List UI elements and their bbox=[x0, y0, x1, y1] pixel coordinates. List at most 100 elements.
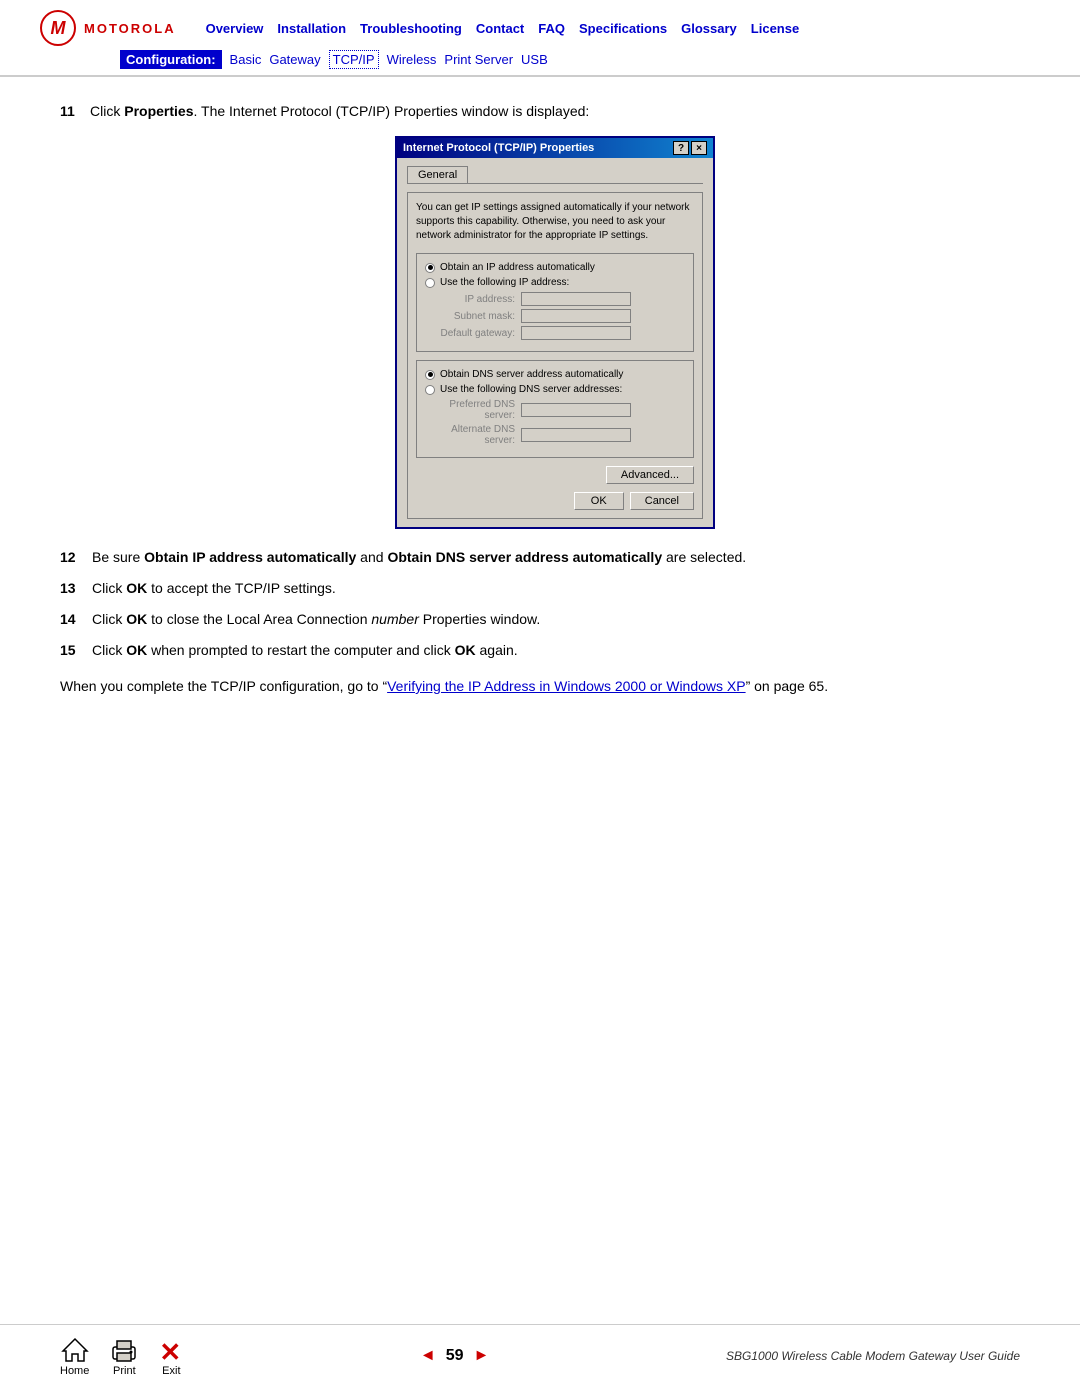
cancel-button[interactable]: Cancel bbox=[630, 492, 694, 510]
radio-use-ip-label: Use the following IP address: bbox=[440, 277, 569, 288]
nav-specifications[interactable]: Specifications bbox=[579, 21, 667, 36]
completion-paragraph: When you complete the TCP/IP configurati… bbox=[60, 675, 1020, 697]
step-11-text: Click Properties. The Internet Protocol … bbox=[90, 101, 1020, 122]
prev-arrow[interactable]: ◄ bbox=[420, 1347, 436, 1365]
subnet-mask-label: Subnet mask: bbox=[425, 311, 515, 322]
step-12-text: Be sure Obtain IP address automatically … bbox=[92, 547, 1020, 568]
home-icon bbox=[61, 1335, 89, 1363]
step-11-num: 11 bbox=[60, 101, 90, 122]
footer: Home Print ✕ Exit ◄ 59 ► SBG1000 Wireles… bbox=[0, 1324, 1080, 1377]
footer-exit-link[interactable]: ✕ Exit bbox=[159, 1339, 183, 1377]
alternate-dns-row: Alternate DNS server: bbox=[425, 424, 685, 446]
main-nav: Overview Installation Troubleshooting Co… bbox=[206, 21, 800, 36]
step-13-bold1: OK bbox=[126, 580, 147, 596]
ip-address-row: IP address: bbox=[425, 292, 685, 306]
nav-installation[interactable]: Installation bbox=[277, 21, 346, 36]
header: M MOTOROLA Overview Installation Trouble… bbox=[0, 0, 1080, 77]
step-15: 15 Click OK when prompted to restart the… bbox=[60, 640, 1020, 661]
para-link[interactable]: Verifying the IP Address in Windows 2000… bbox=[387, 678, 745, 694]
dialog-titlebar: Internet Protocol (TCP/IP) Properties ? … bbox=[397, 138, 713, 158]
footer-nav: ◄ 59 ► bbox=[183, 1347, 726, 1365]
nav-license[interactable]: License bbox=[751, 21, 799, 36]
step-12: 12 Be sure Obtain IP address automatical… bbox=[60, 547, 1020, 568]
radio-obtain-ip: Obtain an IP address automatically bbox=[425, 262, 685, 273]
step-14-bold1: OK bbox=[126, 611, 147, 627]
config-nav: Configuration: Basic Gateway TCP/IP Wire… bbox=[120, 50, 1040, 69]
nav-overview[interactable]: Overview bbox=[206, 21, 264, 36]
footer-home-link[interactable]: Home bbox=[60, 1335, 89, 1377]
nav-sub-usb[interactable]: USB bbox=[521, 52, 548, 67]
steps-section: 12 Be sure Obtain IP address automatical… bbox=[60, 547, 1020, 661]
step-13: 13 Click OK to accept the TCP/IP setting… bbox=[60, 578, 1020, 599]
nav-faq[interactable]: FAQ bbox=[538, 21, 565, 36]
next-arrow[interactable]: ► bbox=[474, 1347, 490, 1365]
advanced-button[interactable]: Advanced... bbox=[606, 466, 694, 484]
dialog-question-btn[interactable]: ? bbox=[673, 141, 689, 155]
dialog-tabs: General bbox=[407, 166, 703, 184]
ok-button[interactable]: OK bbox=[574, 492, 624, 510]
step-15-num: 15 bbox=[60, 640, 92, 661]
nav-troubleshooting[interactable]: Troubleshooting bbox=[360, 21, 462, 36]
radio-obtain-dns-btn[interactable] bbox=[425, 370, 435, 380]
step-15-text: Click OK when prompted to restart the co… bbox=[92, 640, 1020, 661]
preferred-dns-input[interactable] bbox=[521, 403, 631, 417]
alternate-dns-input[interactable] bbox=[521, 428, 631, 442]
para-text-after: ” on page 65. bbox=[746, 678, 829, 694]
footer-print-link[interactable]: Print bbox=[109, 1337, 139, 1377]
step-11: 11 Click Properties. The Internet Protoc… bbox=[60, 101, 1020, 122]
preferred-dns-label: Preferred DNS server: bbox=[425, 399, 515, 421]
tcpip-dialog: Internet Protocol (TCP/IP) Properties ? … bbox=[395, 136, 715, 529]
dns-section: Obtain DNS server address automatically … bbox=[416, 360, 694, 458]
radio-use-dns: Use the following DNS server addresses: bbox=[425, 384, 685, 395]
step-15-bold1: OK bbox=[126, 642, 147, 658]
step-11-bold: Properties bbox=[124, 103, 193, 119]
footer-print-label: Print bbox=[113, 1365, 136, 1377]
step-14-text: Click OK to close the Local Area Connect… bbox=[92, 609, 1020, 630]
dialog-screenshot: Internet Protocol (TCP/IP) Properties ? … bbox=[90, 136, 1020, 529]
nav-sub-gateway[interactable]: Gateway bbox=[269, 52, 320, 67]
subnet-mask-row: Subnet mask: bbox=[425, 309, 685, 323]
radio-obtain-dns: Obtain DNS server address automatically bbox=[425, 369, 685, 380]
footer-exit-label: Exit bbox=[162, 1365, 180, 1377]
radio-use-ip-btn[interactable] bbox=[425, 278, 435, 288]
footer-book-title: SBG1000 Wireless Cable Modem Gateway Use… bbox=[726, 1349, 1020, 1363]
step-14-num: 14 bbox=[60, 609, 92, 630]
ip-address-input[interactable] bbox=[521, 292, 631, 306]
motorola-logo: M MOTOROLA bbox=[40, 10, 176, 46]
nav-sub-tcpip[interactable]: TCP/IP bbox=[329, 50, 379, 69]
preferred-dns-row: Preferred DNS server: bbox=[425, 399, 685, 421]
step-13-num: 13 bbox=[60, 578, 92, 599]
radio-obtain-ip-btn[interactable] bbox=[425, 263, 435, 273]
default-gateway-row: Default gateway: bbox=[425, 326, 685, 340]
para-text-before: When you complete the TCP/IP configurati… bbox=[60, 678, 387, 694]
main-content: 11 Click Properties. The Internet Protoc… bbox=[0, 77, 1080, 717]
step-14: 14 Click OK to close the Local Area Conn… bbox=[60, 609, 1020, 630]
alternate-dns-label: Alternate DNS server: bbox=[425, 424, 515, 446]
step-13-text: Click OK to accept the TCP/IP settings. bbox=[92, 578, 1020, 599]
radio-use-dns-label: Use the following DNS server addresses: bbox=[440, 384, 622, 395]
print-icon bbox=[109, 1337, 139, 1363]
nav-sub-basic[interactable]: Basic bbox=[230, 52, 262, 67]
exit-icon: ✕ bbox=[159, 1339, 183, 1363]
motorola-wordmark: MOTOROLA bbox=[84, 21, 176, 36]
subnet-mask-input[interactable] bbox=[521, 309, 631, 323]
radio-use-dns-btn[interactable] bbox=[425, 385, 435, 395]
ip-section: Obtain an IP address automatically Use t… bbox=[416, 253, 694, 352]
nav-glossary[interactable]: Glossary bbox=[681, 21, 737, 36]
step-12-bold2: Obtain DNS server address automatically bbox=[387, 549, 662, 565]
step-12-bold1: Obtain IP address automatically bbox=[144, 549, 356, 565]
default-gateway-input[interactable] bbox=[521, 326, 631, 340]
dialog-body: General You can get IP settings assigned… bbox=[397, 158, 713, 527]
dialog-action-buttons: OK Cancel bbox=[416, 492, 694, 510]
step-15-bold2: OK bbox=[455, 642, 476, 658]
dialog-inner: You can get IP settings assigned automat… bbox=[407, 192, 703, 519]
nav-sub-printserver[interactable]: Print Server bbox=[444, 52, 513, 67]
radio-use-ip: Use the following IP address: bbox=[425, 277, 685, 288]
nav-contact[interactable]: Contact bbox=[476, 21, 524, 36]
dialog-close-btn[interactable]: × bbox=[691, 141, 707, 155]
config-label: Configuration: bbox=[120, 50, 222, 69]
step-14-italic: number bbox=[371, 611, 418, 627]
radio-obtain-dns-label: Obtain DNS server address automatically bbox=[440, 369, 623, 380]
nav-sub-wireless[interactable]: Wireless bbox=[387, 52, 437, 67]
dialog-tab-general[interactable]: General bbox=[407, 166, 468, 183]
